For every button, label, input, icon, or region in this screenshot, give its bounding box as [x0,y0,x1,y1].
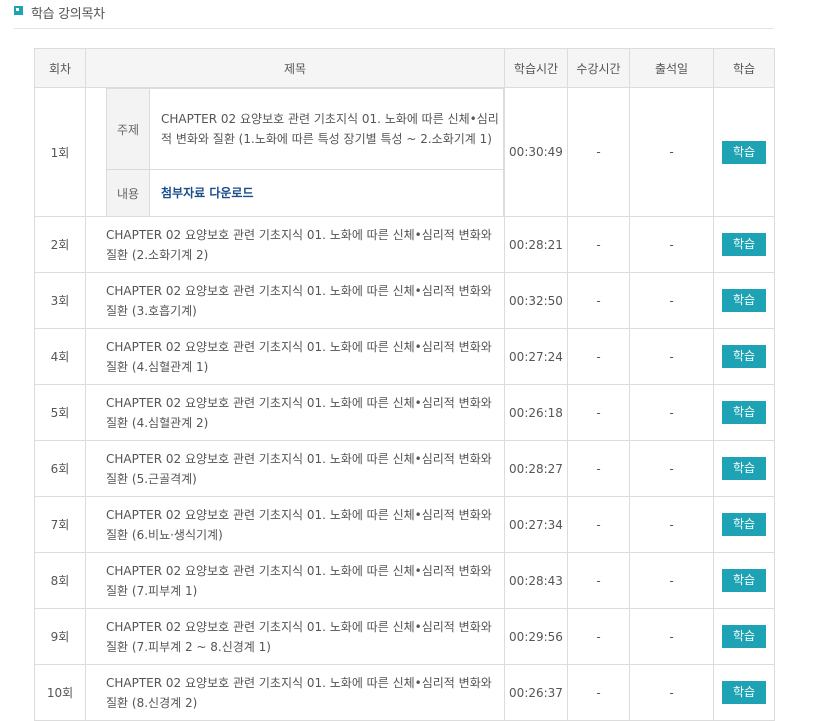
row-title: CHAPTER 02 요양보호 관련 기초지식 01. 노화에 따른 신체•심리… [85,216,505,273]
row-detail-cell: 주제 CHAPTER 02 요양보호 관련 기초지식 01. 노화에 따른 신체… [85,87,505,217]
table-row: 5회 CHAPTER 02 요양보호 관련 기초지식 01. 노화에 따른 신체•… [34,384,775,441]
row-attend-date: - [629,384,714,441]
row-no: 5회 [34,384,86,441]
study-button[interactable]: 학습 [722,233,766,256]
table-header-row: 회차 제목 학습시간 수강시간 출석일 학습 [34,48,775,88]
row-study-time: 00:27:24 [504,328,568,385]
row-no: 4회 [34,328,86,385]
table-row: 1회 주제 CHAPTER 02 요양보호 관련 기초지식 01. 노화에 따른… [34,87,775,217]
row-attend-date: - [629,87,714,217]
row-action-cell: 학습 [713,496,775,553]
study-button[interactable]: 학습 [722,401,766,424]
row-study-time: 00:28:27 [504,440,568,497]
row-attend-date: - [629,440,714,497]
row-title: CHAPTER 02 요양보호 관련 기초지식 01. 노화에 따른 신체•심리… [85,552,505,609]
row-attend-date: - [629,272,714,329]
row-watch-time: - [567,496,630,553]
row-watch-time: - [567,440,630,497]
row-action-cell: 학습 [713,216,775,273]
header-no: 회차 [34,48,86,88]
row-action-cell: 학습 [713,328,775,385]
row-title: CHAPTER 02 요양보호 관련 기초지식 01. 노화에 따른 신체•심리… [85,328,505,385]
topic-label: 주제 [106,88,150,170]
row-no: 3회 [34,272,86,329]
row-watch-time: - [567,384,630,441]
row-action-cell: 학습 [713,552,775,609]
row-action-cell: 학습 [713,272,775,329]
row-study-time: 00:28:21 [504,216,568,273]
row-title: CHAPTER 02 요양보호 관련 기초지식 01. 노화에 따른 신체•심리… [85,272,505,329]
row-study-time: 00:26:18 [504,384,568,441]
lecture-table: 회차 제목 학습시간 수강시간 출석일 학습 1회 주제 CHAPTER 02 … [34,48,775,721]
row-attend-date: - [629,496,714,553]
square-bullet-icon [14,6,23,15]
table-row: 2회 CHAPTER 02 요양보호 관련 기초지식 01. 노화에 따른 신체•… [34,216,775,273]
row-watch-time: - [567,552,630,609]
table-row: 9회 CHAPTER 02 요양보호 관련 기초지식 01. 노화에 따른 신체•… [34,608,775,665]
row-study-time: 00:32:50 [504,272,568,329]
row-title: CHAPTER 02 요양보호 관련 기초지식 01. 노화에 따른 신체•심리… [85,664,505,721]
row-no: 9회 [34,608,86,665]
row-no: 6회 [34,440,86,497]
header-title: 제목 [85,48,505,88]
study-button[interactable]: 학습 [722,289,766,312]
study-button[interactable]: 학습 [722,457,766,480]
row-no: 1회 [34,87,86,217]
table-row: 10회 CHAPTER 02 요양보호 관련 기초지식 01. 노화에 따른 신체… [34,664,775,721]
row-action-cell: 학습 [713,87,775,217]
row-action-cell: 학습 [713,608,775,665]
lecture-detail-box: 주제 CHAPTER 02 요양보호 관련 기초지식 01. 노화에 따른 신체… [106,88,504,216]
row-title: CHAPTER 02 요양보호 관련 기초지식 01. 노화에 따른 신체•심리… [149,88,504,170]
table-row: 4회 CHAPTER 02 요양보호 관련 기초지식 01. 노화에 따른 신체•… [34,328,775,385]
table-row: 8회 CHAPTER 02 요양보호 관련 기초지식 01. 노화에 따른 신체•… [34,552,775,609]
row-study-time: 00:27:34 [504,496,568,553]
row-study-time: 00:30:49 [504,87,568,217]
study-button[interactable]: 학습 [722,625,766,648]
row-study-time: 00:28:43 [504,552,568,609]
study-button[interactable]: 학습 [722,681,766,704]
row-title: CHAPTER 02 요양보호 관련 기초지식 01. 노화에 따른 신체•심리… [85,496,505,553]
row-watch-time: - [567,87,630,217]
row-study-time: 00:29:56 [504,608,568,665]
section-title: 학습 강의목차 [31,7,105,22]
row-action-cell: 학습 [713,440,775,497]
row-no: 7회 [34,496,86,553]
header-action: 학습 [713,48,775,88]
row-watch-time: - [567,328,630,385]
study-button[interactable]: 학습 [722,513,766,536]
attachment-download-link[interactable]: 첨부자료 다운로드 [161,186,254,200]
row-attend-date: - [629,328,714,385]
row-title: CHAPTER 02 요양보호 관련 기초지식 01. 노화에 따른 신체•심리… [85,384,505,441]
row-attend-date: - [629,216,714,273]
row-attend-date: - [629,664,714,721]
study-button[interactable]: 학습 [722,140,766,164]
row-watch-time: - [567,664,630,721]
row-action-cell: 학습 [713,384,775,441]
table-row: 6회 CHAPTER 02 요양보호 관련 기초지식 01. 노화에 따른 신체•… [34,440,775,497]
row-no: 8회 [34,552,86,609]
table-row: 3회 CHAPTER 02 요양보호 관련 기초지식 01. 노화에 따른 신체•… [34,272,775,329]
table-row: 7회 CHAPTER 02 요양보호 관련 기초지식 01. 노화에 따른 신체•… [34,496,775,553]
row-title: CHAPTER 02 요양보호 관련 기초지식 01. 노화에 따른 신체•심리… [85,608,505,665]
row-title: CHAPTER 02 요양보호 관련 기초지식 01. 노화에 따른 신체•심리… [85,440,505,497]
study-button[interactable]: 학습 [722,345,766,368]
row-attend-date: - [629,552,714,609]
row-attend-date: - [629,608,714,665]
row-action-cell: 학습 [713,664,775,721]
row-watch-time: - [567,608,630,665]
section-header: 학습 강의목차 [14,0,774,29]
row-study-time: 00:26:37 [504,664,568,721]
row-watch-time: - [567,216,630,273]
header-study-time: 학습시간 [504,48,568,88]
row-no: 10회 [34,664,86,721]
header-watch-time: 수강시간 [567,48,630,88]
study-button[interactable]: 학습 [722,569,766,592]
row-watch-time: - [567,272,630,329]
content-label: 내용 [106,169,150,216]
header-attend-date: 출석일 [629,48,714,88]
row-no: 2회 [34,216,86,273]
